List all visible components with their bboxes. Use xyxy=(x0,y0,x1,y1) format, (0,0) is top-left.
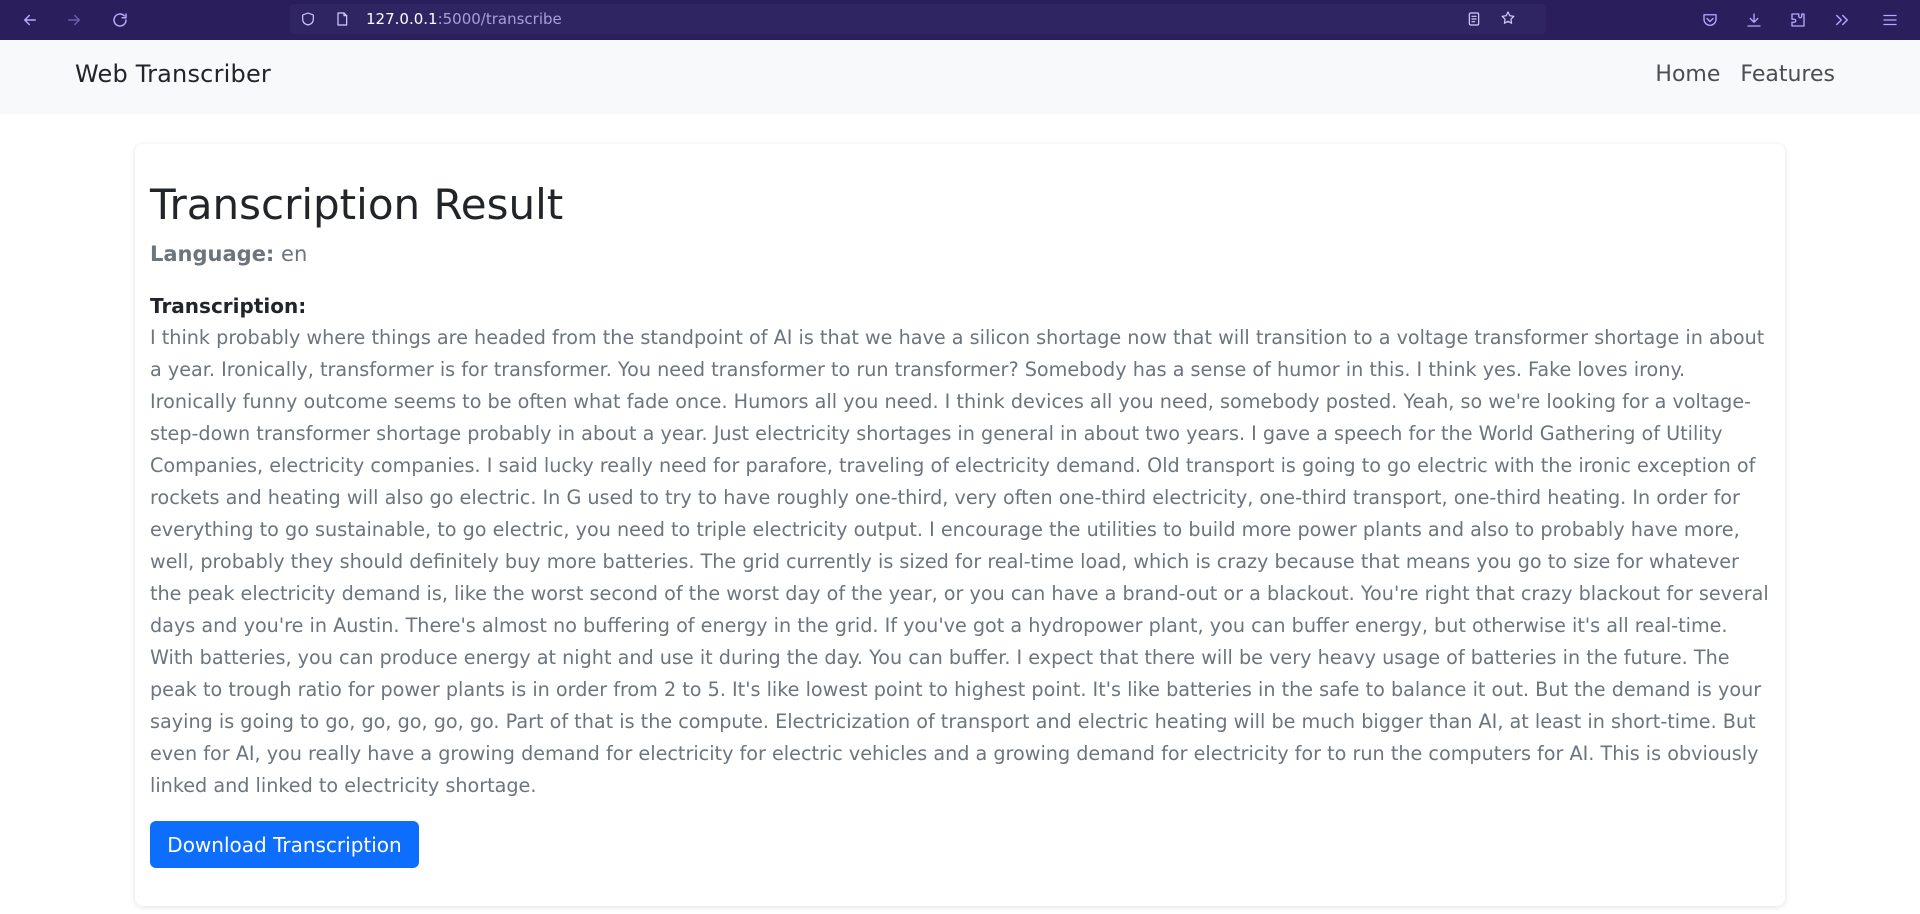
bookmark-star-icon[interactable] xyxy=(1500,10,1516,30)
overflow-chevrons-icon[interactable] xyxy=(1828,6,1856,34)
browser-toolbar: 127.0.0.1:5000/transcribe xyxy=(0,0,1920,40)
result-card: Transcription Result Language: en Transc… xyxy=(135,144,1785,906)
url-text[interactable]: 127.0.0.1:5000/transcribe xyxy=(366,10,562,28)
transcription-text: I think probably where things are headed… xyxy=(150,326,1769,797)
nav-link-home[interactable]: Home xyxy=(1655,62,1720,87)
url-path: :5000/transcribe xyxy=(437,10,562,28)
back-arrow-icon[interactable] xyxy=(16,6,44,34)
reload-icon[interactable] xyxy=(106,6,134,34)
download-icon[interactable] xyxy=(1740,6,1768,34)
transcription-label: Transcription: xyxy=(150,294,307,318)
reader-view-icon[interactable] xyxy=(1466,11,1482,31)
nav-link-features[interactable]: Features xyxy=(1740,62,1835,87)
language-label: Language: xyxy=(150,242,275,266)
nav-links: Home Features xyxy=(1655,62,1835,87)
shield-icon[interactable] xyxy=(300,11,316,31)
page-icon[interactable] xyxy=(334,11,350,31)
menu-icon[interactable] xyxy=(1876,6,1904,34)
forward-arrow-icon[interactable] xyxy=(60,6,88,34)
language-value: en xyxy=(281,242,308,266)
brand-link[interactable]: Web Transcriber xyxy=(75,60,271,88)
pocket-icon[interactable] xyxy=(1696,6,1724,34)
download-transcription-button[interactable]: Download Transcription xyxy=(150,821,419,868)
extensions-icon[interactable] xyxy=(1784,6,1812,34)
site-navbar: Web Transcriber Home Features xyxy=(0,40,1920,114)
page-title: Transcription Result xyxy=(150,180,564,229)
url-host: 127.0.0.1 xyxy=(366,10,438,28)
address-bar[interactable]: 127.0.0.1:5000/transcribe xyxy=(290,4,1546,34)
language-line: Language: en xyxy=(150,242,307,266)
